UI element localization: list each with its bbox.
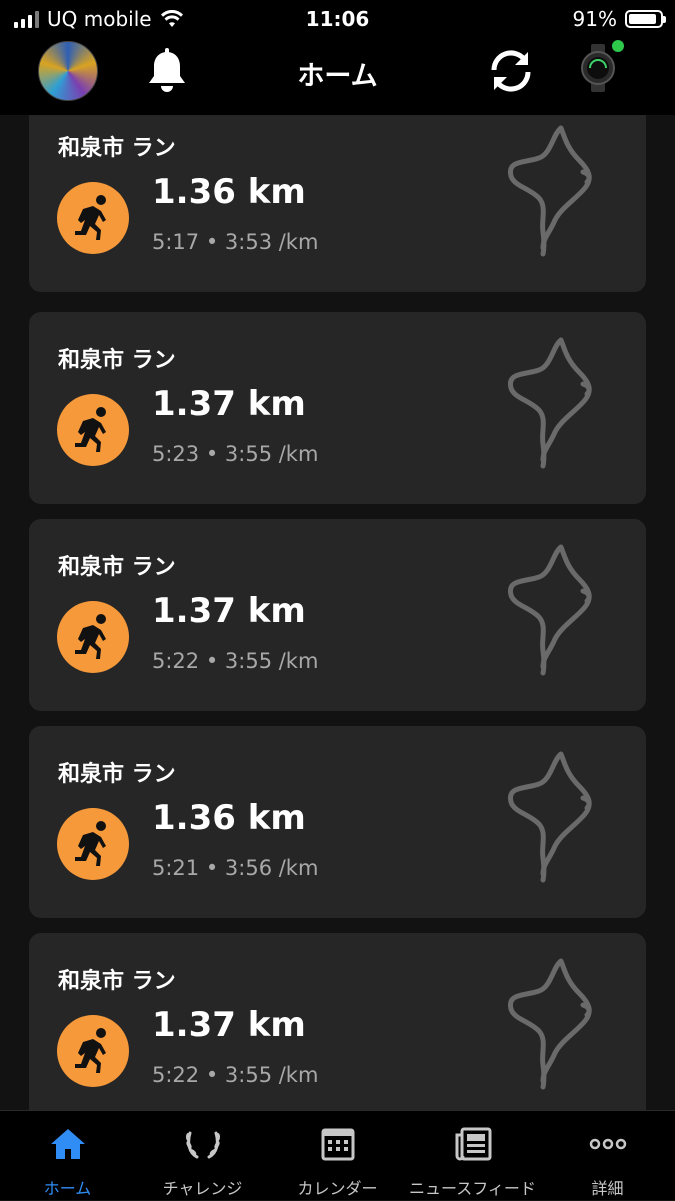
activity-card[interactable]: 和泉市 ラン 1.36 km 5:21 • 3:56 /km (29, 726, 646, 918)
activity-name: 和泉市 ラン (58, 969, 176, 994)
running-icon (57, 808, 129, 880)
route-map-icon (507, 125, 592, 257)
more-icon (589, 1138, 626, 1150)
running-icon (57, 601, 129, 673)
activity-card[interactable]: 和泉市 ラン 1.37 km 5:22 • 3:55 /km (29, 933, 646, 1110)
tab-more[interactable]: 詳細 (540, 1111, 675, 1201)
running-icon (57, 1015, 129, 1087)
tab-newsfeed[interactable]: ニュースフィード (405, 1111, 540, 1201)
tab-label: ニュースフィード (409, 1179, 536, 1198)
route-map-icon (507, 544, 592, 676)
activity-details: 5:21 • 3:56 /km (152, 856, 319, 880)
activity-card[interactable]: 和泉市 ラン 1.37 km 5:23 • 3:55 /km (29, 312, 646, 504)
newsfeed-icon (455, 1127, 491, 1161)
battery-percent: 91% (572, 7, 617, 31)
route-map-icon (507, 958, 592, 1090)
home-icon (50, 1129, 85, 1159)
tab-home[interactable]: ホーム (0, 1111, 135, 1201)
calendar-icon (321, 1128, 354, 1161)
activity-distance: 1.37 km (152, 384, 306, 424)
activity-distance: 1.36 km (152, 172, 306, 212)
activity-details: 5:17 • 3:53 /km (152, 230, 319, 254)
battery-status: 91% (572, 7, 666, 31)
activity-distance: 1.36 km (152, 798, 306, 838)
route-map-icon (507, 751, 592, 883)
route-map-icon (507, 337, 592, 469)
sync-icon[interactable] (486, 48, 536, 94)
activity-card[interactable]: 和泉市 ラン 1.37 km 5:22 • 3:55 /km (29, 519, 646, 711)
battery-icon (625, 10, 666, 28)
activity-distance: 1.37 km (152, 1005, 306, 1045)
activity-name: 和泉市 ラン (58, 348, 176, 373)
activity-name: 和泉市 ラン (58, 762, 176, 787)
tab-label: カレンダー (297, 1179, 378, 1198)
activity-details: 5:22 • 3:55 /km (152, 649, 319, 673)
running-icon (57, 394, 129, 466)
laurel-icon (185, 1131, 220, 1159)
tab-label: 詳細 (591, 1179, 624, 1198)
tab-challenge[interactable]: チャレンジ (135, 1111, 270, 1201)
page-title: ホーム (297, 61, 378, 92)
tab-bar: ホーム チャレンジ カレンダー ニュースフィード 詳細 (0, 1110, 675, 1200)
app-header: ホーム (0, 38, 675, 115)
activity-list[interactable]: 和泉市 ラン 1.36 km 5:17 • 3:53 /km 和泉市 ラン 1.… (0, 115, 675, 1110)
connected-device-icon[interactable] (578, 40, 628, 98)
activity-details: 5:22 • 3:55 /km (152, 1063, 319, 1087)
activity-distance: 1.37 km (152, 591, 306, 631)
activity-card[interactable]: 和泉市 ラン 1.36 km 5:17 • 3:53 /km (29, 115, 646, 292)
tab-label: ホーム (43, 1179, 92, 1198)
activity-details: 5:23 • 3:55 /km (152, 442, 319, 466)
tab-calendar[interactable]: カレンダー (270, 1111, 405, 1201)
running-icon (57, 182, 129, 254)
activity-name: 和泉市 ラン (58, 136, 176, 161)
tab-label: チャレンジ (162, 1179, 243, 1198)
activity-name: 和泉市 ラン (58, 555, 176, 580)
status-bar: UQ mobile 11:06 91% (0, 0, 675, 38)
